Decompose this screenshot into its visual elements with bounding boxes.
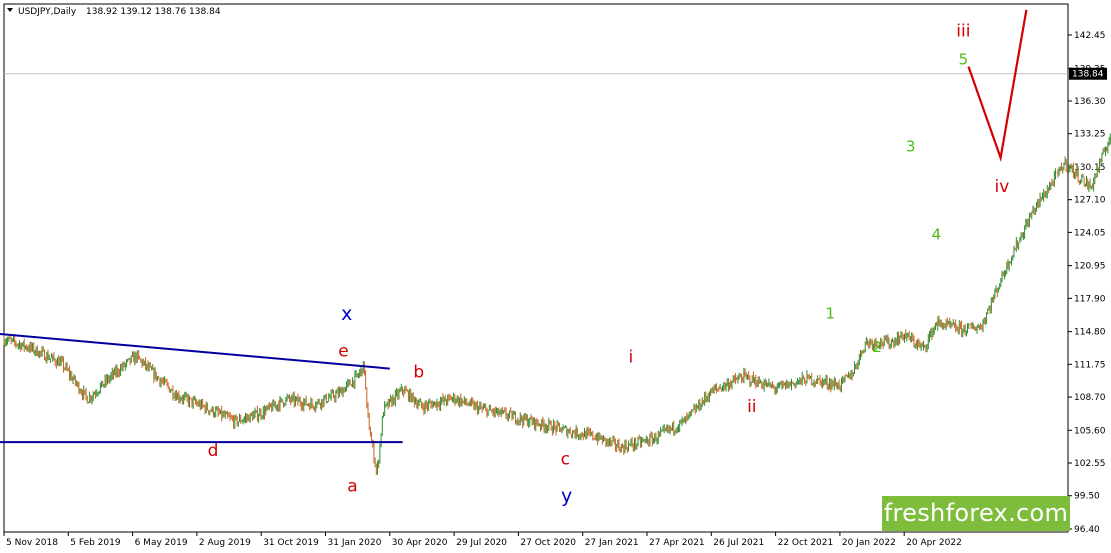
y-tick-label: 96.40 <box>1074 525 1100 535</box>
wave-label-c: c <box>561 450 570 470</box>
y-tick-label: 99.50 <box>1074 492 1100 502</box>
x-tick-label: 2 Aug 2019 <box>199 538 251 548</box>
chart-title: USDJPY,Daily <box>18 7 77 17</box>
current-price-label: 138.84 <box>1072 70 1104 80</box>
wave-label-2: 2 <box>872 338 882 356</box>
x-tick-label: 31 Jan 2020 <box>328 538 382 548</box>
y-tick-label: 117.90 <box>1074 294 1106 304</box>
ohlc-readout: 138.92 139.12 138.76 138.84 <box>86 7 221 17</box>
x-tick-label: 29 Jul 2020 <box>456 538 507 548</box>
wave-label-d: d <box>208 441 219 461</box>
wave-label-e: e <box>338 341 348 361</box>
y-tick-label: 142.45 <box>1074 31 1106 41</box>
y-tick-label: 124.05 <box>1074 228 1106 238</box>
wave-label-y: y <box>561 485 572 507</box>
y-tick-label: 133.25 <box>1074 130 1106 140</box>
x-tick-label: 30 Apr 2020 <box>392 538 448 548</box>
x-tick-label: 5 Feb 2019 <box>70 538 121 548</box>
wave-label-iv: iv <box>995 177 1010 197</box>
x-tick-label: 26 Jul 2021 <box>713 538 764 548</box>
x-tick-label: 27 Oct 2020 <box>520 538 576 548</box>
wave-label-1: 1 <box>825 305 835 323</box>
y-tick-label: 127.10 <box>1074 196 1106 206</box>
wave-label-x: x <box>341 303 352 325</box>
wave-label-5: 5 <box>959 51 969 69</box>
x-tick-label: 31 Oct 2019 <box>263 538 319 548</box>
x-tick-label: 22 Oct 2021 <box>778 538 834 548</box>
wave-label-b: b <box>413 363 424 383</box>
y-tick-label: 114.80 <box>1074 328 1106 338</box>
x-tick-label: 27 Jan 2021 <box>585 538 639 548</box>
wave-label-a: a <box>347 476 357 496</box>
brand-logo: freshforex.com <box>882 496 1070 531</box>
y-tick-label: 111.75 <box>1074 360 1106 370</box>
y-tick-label: 108.70 <box>1074 393 1106 403</box>
y-tick-label: 105.60 <box>1074 426 1106 436</box>
y-tick-label: 130.15 <box>1074 163 1106 173</box>
wave-label-iii: iii <box>956 22 970 42</box>
x-tick-label: 6 May 2019 <box>135 538 188 548</box>
x-tick-label: 27 Apr 2021 <box>649 538 705 548</box>
y-tick-label: 102.55 <box>1074 459 1106 469</box>
x-tick-label: 5 Nov 2018 <box>6 538 58 548</box>
wave-label-4: 4 <box>932 225 942 243</box>
wave-label-i: i <box>629 348 634 368</box>
price-chart: USDJPY,Daily 138.92 139.12 138.76 138.84 1… <box>0 3 1111 548</box>
x-tick-label: 20 Apr 2022 <box>906 538 962 548</box>
y-tick-label: 120.95 <box>1074 262 1106 272</box>
plot-frame <box>3 3 1069 533</box>
y-tick-label: 136.30 <box>1074 97 1106 107</box>
wave-label-ii: ii <box>747 397 756 417</box>
wave-label-3: 3 <box>906 137 916 155</box>
x-tick-label: 20 Jan 2022 <box>842 538 896 548</box>
